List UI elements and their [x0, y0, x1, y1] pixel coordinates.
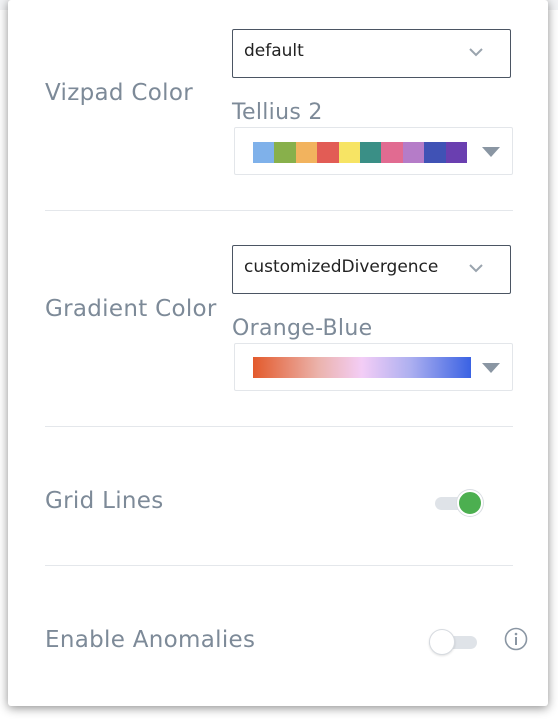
palette-swatch	[445, 142, 467, 163]
palette-swatch	[381, 142, 403, 163]
gradient-palette-name: Orange-Blue	[232, 316, 373, 341]
divider	[45, 210, 513, 211]
palette-swatch	[338, 142, 360, 163]
palette-swatch	[359, 142, 382, 163]
grid-lines-toggle[interactable]	[435, 490, 483, 516]
gradient-palette-picker[interactable]	[234, 343, 513, 391]
enable-anomalies-label: Enable Anomalies	[45, 627, 256, 653]
vizpad-palette-name: Tellius 2	[232, 100, 323, 125]
chevron-down-icon	[469, 48, 483, 57]
enable-anomalies-toggle[interactable]	[429, 629, 477, 655]
divider	[45, 565, 513, 566]
gradient-color-select-value: customizedDivergence	[244, 257, 439, 277]
grid-lines-label: Grid Lines	[45, 488, 164, 514]
caret-down-icon	[482, 363, 500, 373]
caret-down-icon	[482, 147, 500, 157]
palette-swatch	[424, 142, 446, 163]
chart-settings-panel: Vizpad Color default Tellius 2 Gradient …	[8, 0, 548, 706]
palette-swatch	[295, 142, 318, 163]
toggle-knob	[429, 629, 455, 655]
palette-swatch	[317, 142, 339, 163]
palette-swatch	[253, 142, 275, 163]
vizpad-color-label: Vizpad Color	[45, 80, 193, 106]
gradient-swatch-bar	[253, 357, 471, 378]
chevron-down-icon	[469, 264, 483, 273]
palette-swatch	[402, 142, 425, 163]
gradient-color-select[interactable]: customizedDivergence	[232, 245, 511, 294]
info-icon[interactable]	[504, 627, 528, 651]
vizpad-palette-picker[interactable]	[234, 127, 513, 175]
divider	[45, 426, 513, 427]
gradient-color-label: Gradient Color	[45, 296, 217, 322]
palette-swatches	[253, 142, 467, 163]
vizpad-color-select[interactable]: default	[232, 29, 511, 78]
vizpad-color-select-value: default	[244, 41, 304, 61]
palette-swatch	[274, 142, 296, 163]
toggle-knob	[457, 490, 483, 516]
